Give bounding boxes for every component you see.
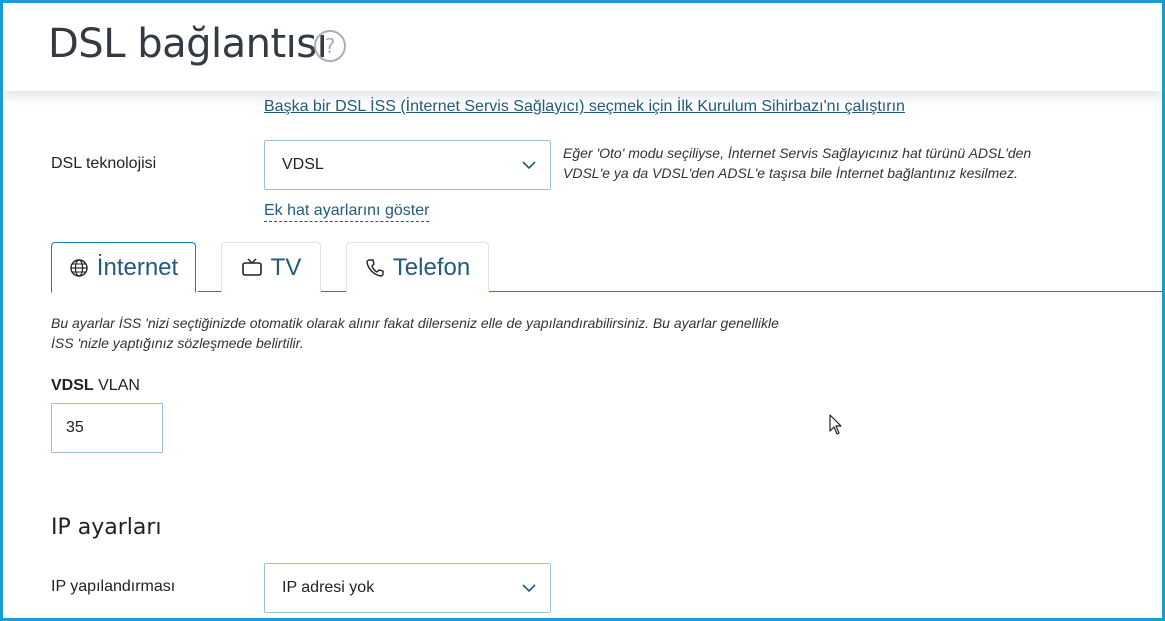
globe-icon xyxy=(70,258,88,277)
mouse-cursor-icon xyxy=(829,414,842,435)
vlan-label: VDSL VLAN xyxy=(51,377,140,395)
ip-config-select[interactable]: IP adresi yok xyxy=(264,563,551,613)
tab-telefon-label: Telefon xyxy=(392,253,471,281)
dsl-technology-hint: Eğer 'Oto' modu seçiliyse, İnternet Serv… xyxy=(563,143,1031,183)
dsl-technology-value: VDSL xyxy=(282,156,324,173)
tab-description: Bu ayarlar İSS 'nizi seçtiğinizde otomat… xyxy=(51,313,821,353)
phone-icon xyxy=(366,258,384,277)
dsl-technology-label: DSL teknolojisi xyxy=(51,155,157,172)
hint-line-1: Eğer 'Oto' modu seçiliyse, İnternet Serv… xyxy=(563,145,1032,161)
tab-tv[interactable]: TV xyxy=(221,242,321,292)
hint-line-2: VDSL'e ya da VDSL'den ADSL'e taşısa bile… xyxy=(563,165,1018,181)
tab-description-line-2: İSS 'nizle yaptığınız sözleşmede belirti… xyxy=(51,335,304,351)
vlan-input[interactable]: 35 xyxy=(51,403,163,453)
vlan-label-bold: VDSL xyxy=(51,377,94,394)
tab-internet-label: İnternet xyxy=(96,253,179,281)
dsl-technology-select[interactable]: VDSL xyxy=(264,140,551,190)
page-header: DSL bağlantısı ? xyxy=(3,3,1162,91)
vlan-input-value: 35 xyxy=(66,419,84,436)
ip-settings-title: IP ayarları xyxy=(51,515,162,540)
show-extra-line-settings-link[interactable]: Ek hat ayarlarını göster xyxy=(264,201,430,222)
tabs-divider xyxy=(198,291,1162,292)
chevron-down-icon xyxy=(522,584,536,593)
page-title: DSL bağlantısı xyxy=(48,21,328,67)
tab-description-line-1: Bu ayarlar İSS 'nizi seçtiğinizde otomat… xyxy=(51,315,779,331)
vlan-label-rest: VLAN xyxy=(93,377,140,394)
tv-icon xyxy=(241,258,262,276)
tab-tv-label: TV xyxy=(270,253,302,281)
tab-telefon[interactable]: Telefon xyxy=(346,242,489,292)
chevron-down-icon xyxy=(522,161,536,170)
tab-internet[interactable]: İnternet xyxy=(51,242,196,293)
ip-config-label: IP yapılandırması xyxy=(51,578,176,595)
setup-wizard-link[interactable]: Başka bir DSL İSS (İnternet Servis Sağla… xyxy=(264,98,905,116)
ip-config-value: IP adresi yok xyxy=(282,579,375,596)
help-icon[interactable]: ? xyxy=(314,30,346,62)
window-frame: DSL bağlantısı ? Başka bir DSL İSS (İnte… xyxy=(0,0,1165,621)
